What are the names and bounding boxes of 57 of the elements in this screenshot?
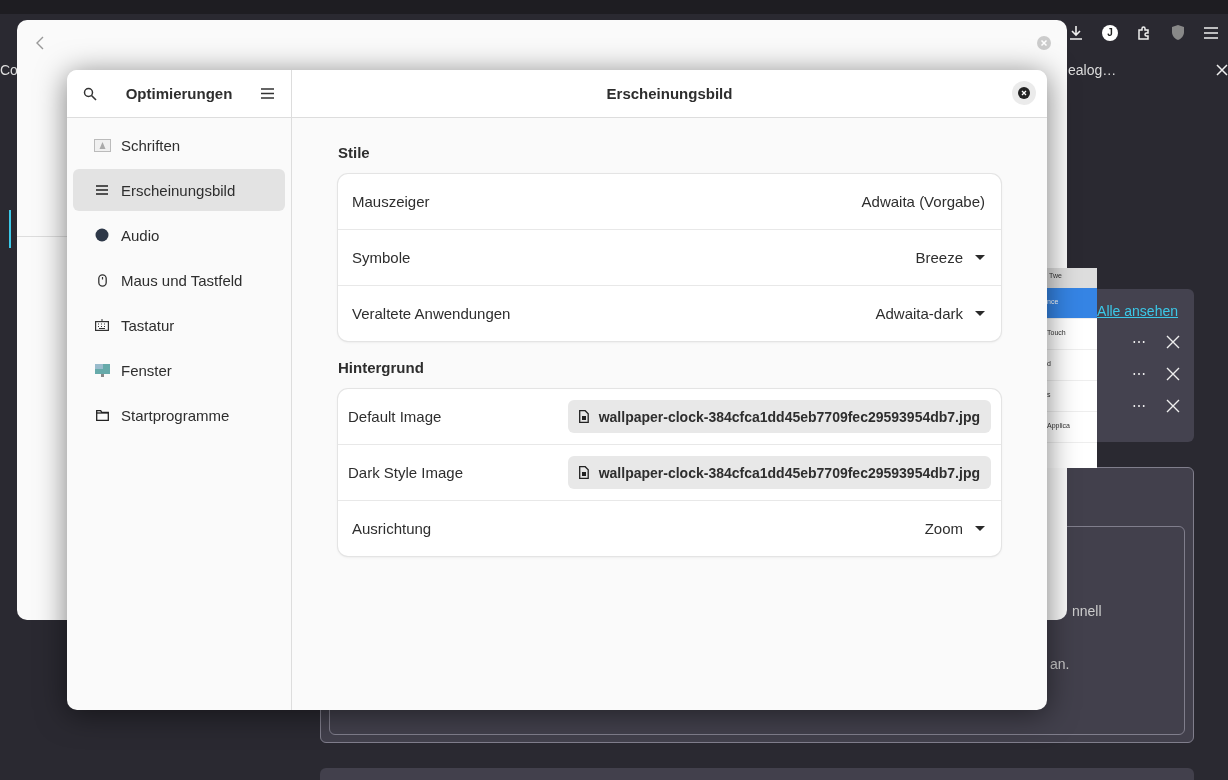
monitor-icon [94, 363, 110, 377]
search-icon[interactable] [83, 86, 97, 101]
row-label: Mauszeiger [352, 193, 430, 210]
sidebar-item[interactable]: Maus und Tastfeld [73, 259, 285, 301]
mouse-icon [97, 273, 107, 287]
circle-icon [95, 228, 109, 242]
more-button[interactable]: ⋯ [1132, 365, 1146, 382]
account-avatar[interactable]: J [1102, 24, 1118, 41]
file-chooser-button[interactable]: wallpaper-clock-384cfca1dd45eb7709fec29593954db7.jpg [567, 400, 991, 433]
focus-indicator [9, 210, 11, 248]
dropdown[interactable]: Adwaita-dark [875, 305, 985, 322]
menu-icon[interactable] [261, 88, 274, 99]
close-icon[interactable] [1166, 366, 1180, 381]
font-icon [93, 138, 111, 152]
close-icon[interactable] [1216, 64, 1228, 76]
download-icon[interactable] [1068, 24, 1084, 41]
keyboard-icon [95, 319, 109, 331]
caret-icon [975, 525, 985, 532]
row-label: Ausrichtung [352, 520, 432, 537]
row-label: Dark Style Image [348, 464, 464, 481]
section-heading: Hintergrund [338, 359, 425, 376]
file-chooser-button[interactable]: wallpaper-clock-384cfca1dd45eb7709fec29593954db7.jpg [567, 456, 991, 489]
back-icon[interactable] [36, 36, 44, 50]
sidebar-item[interactable]: Erscheinungsbild [73, 169, 285, 211]
close-icon[interactable] [1166, 334, 1180, 349]
caret-icon [975, 254, 985, 261]
shield-icon[interactable] [1170, 24, 1186, 41]
body-text: nnell [1072, 603, 1102, 619]
sidebar-title: Optimierungen [125, 85, 233, 102]
section-heading: Stile [338, 144, 371, 161]
row-label: Veraltete Anwendungen [352, 305, 511, 322]
dropdown[interactable]: Zoom [924, 520, 985, 537]
sidebar-item[interactable]: Audio [73, 214, 285, 256]
more-button[interactable]: ⋯ [1132, 333, 1146, 350]
tab-title[interactable]: ealog… [1068, 62, 1117, 78]
more-button[interactable]: ⋯ [1132, 397, 1146, 414]
sidebar-item[interactable]: Schriften [73, 124, 285, 166]
view-all-link[interactable]: Alle ansehen [1097, 303, 1178, 319]
folder-icon [95, 409, 109, 421]
close-icon[interactable] [1166, 398, 1180, 413]
file-icon [578, 410, 589, 423]
puzzle-icon[interactable] [1136, 24, 1152, 41]
body-text: an. [1050, 656, 1070, 672]
file-icon [578, 466, 589, 479]
row-label: Symbole [352, 249, 411, 266]
caret-icon [975, 310, 985, 317]
row-label: Default Image [348, 408, 442, 425]
tab-title[interactable]: Co [0, 62, 18, 78]
close-icon [1018, 87, 1030, 99]
sidebar-item[interactable]: Tastatur [73, 304, 285, 346]
sidebar-item[interactable]: Startprogramme [73, 394, 285, 436]
sidebar-item[interactable]: Fenster [73, 349, 285, 391]
row-value: Adwaita (Vorgabe) [861, 193, 985, 210]
close-button[interactable] [1012, 81, 1036, 105]
window-title: Erscheinungsbild [606, 85, 733, 102]
list-icon [96, 185, 108, 195]
dropdown[interactable]: Breeze [915, 249, 985, 266]
